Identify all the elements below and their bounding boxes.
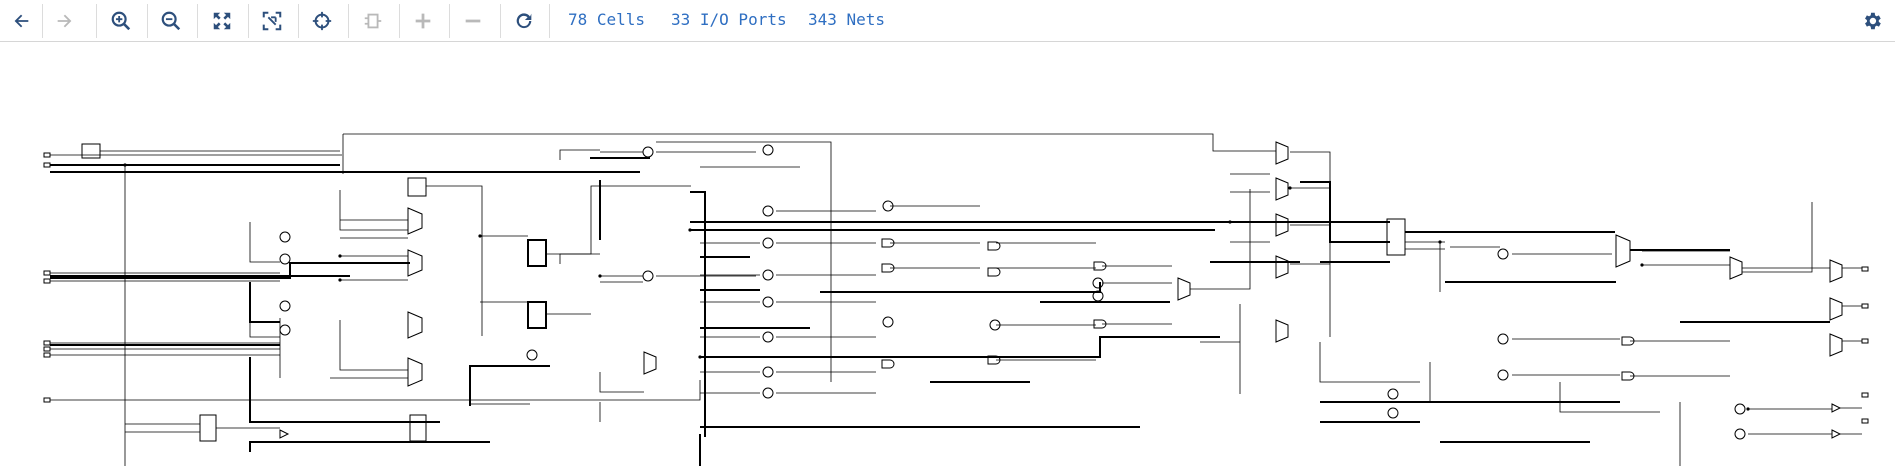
expand-icon [213,12,231,30]
toolbar-separator [348,4,349,38]
toolbar-separator [399,4,400,38]
locate-button[interactable] [305,4,339,38]
schematic-canvas[interactable] [0,42,1895,466]
zoom-fit-button[interactable] [205,4,239,38]
gear-icon [1865,12,1881,30]
zoom-in-button[interactable] [104,4,138,38]
toolbar-separator [96,4,97,38]
collapse-cell-icon [364,13,382,29]
mux-cells [407,141,1843,387]
toolbar-separator [298,4,299,38]
toolbar-separator [549,4,550,38]
back-button[interactable] [4,4,38,38]
settings-button[interactable] [1855,4,1889,38]
output-ports [1861,266,1869,424]
minus-icon [465,19,481,23]
toolbar-separator [42,4,43,38]
zoom-out-icon [161,11,181,31]
add-button[interactable] [406,4,440,38]
toolbar-separator [248,4,249,38]
zoom-in-icon [111,11,131,31]
forward-button[interactable] [48,4,82,38]
toolbar-separator [197,4,198,38]
bus-wires [50,157,1830,466]
io-ports-count[interactable]: 33 I/O Ports [671,10,787,29]
fit-selection-icon [262,11,282,31]
crosshair-icon [312,11,332,31]
register-cells [81,143,1406,442]
toolbar-separator [449,4,450,38]
zoom-out-button[interactable] [154,4,188,38]
net-junctions [123,163,1750,411]
arrow-right-icon [57,14,72,28]
zoom-selection-button[interactable] [255,4,289,38]
thin-wires [50,133,1862,466]
toolbar-separator [147,4,148,38]
nets-count[interactable]: 343 Nets [808,10,885,29]
toolbar-separator [500,4,501,38]
refresh-icon [516,13,532,29]
input-ports [43,152,51,403]
cells-count[interactable]: 78 Cells [568,10,645,29]
schematic-toolbar: 78 Cells 33 I/O Ports 343 Nets [0,0,1895,42]
remove-button[interactable] [456,4,490,38]
refresh-button[interactable] [507,4,541,38]
logic-gates [279,238,1842,439]
collapse-button[interactable] [356,4,390,38]
plus-icon [415,13,431,29]
arrow-left-icon [14,14,29,28]
